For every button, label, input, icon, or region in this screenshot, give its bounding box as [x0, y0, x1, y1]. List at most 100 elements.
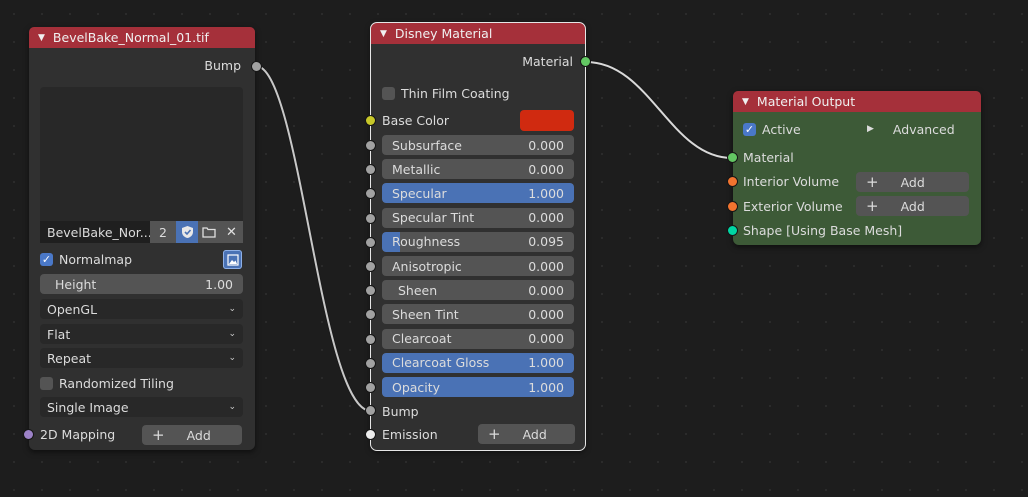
- param-slider[interactable]: Subsurface 0.000: [382, 135, 574, 155]
- param-input-socket[interactable]: [366, 213, 375, 223]
- interior-volume-socket[interactable]: [728, 177, 737, 186]
- exterior-volume-label: Exterior Volume: [743, 198, 843, 214]
- bump-input-socket[interactable]: [366, 406, 375, 415]
- plus-icon: +: [488, 424, 501, 443]
- param-slider[interactable]: Specular 1.000: [382, 183, 574, 204]
- source-dropdown[interactable]: Single Image ⌄: [40, 397, 243, 417]
- material-output-label: Material: [522, 53, 573, 69]
- param-slider[interactable]: Opacity 1.000: [382, 377, 574, 397]
- param-slider[interactable]: Sheen 0.000: [382, 280, 574, 301]
- normalmap-checkbox[interactable]: ✓ Normalmap: [40, 249, 132, 269]
- unlink-close-icon[interactable]: ✕: [220, 221, 243, 243]
- param-input-socket[interactable]: [366, 358, 375, 368]
- param-slider[interactable]: Anisotropic 0.000: [382, 256, 574, 276]
- material-output-socket[interactable]: [581, 57, 590, 66]
- randomized-tiling-checkbox[interactable]: Randomized Tiling: [40, 373, 174, 393]
- emission-input-socket[interactable]: [366, 430, 375, 439]
- active-check-icon[interactable]: ✓: [743, 122, 756, 136]
- output-node-header[interactable]: ▼ Material Output: [733, 91, 981, 112]
- param-value: 0.000: [528, 137, 564, 153]
- image-texture-node[interactable]: ▼ BevelBake_Normal_01.tif Bump BevelBake…: [29, 27, 255, 450]
- plus-icon: +: [866, 172, 879, 191]
- space-dropdown[interactable]: OpenGL ⌄: [40, 299, 243, 319]
- interpolation-dropdown[interactable]: Flat ⌄: [40, 324, 243, 344]
- image-preview: [40, 87, 243, 221]
- active-checkbox[interactable]: ✓ Active: [743, 119, 801, 139]
- chevron-down-icon: ⌄: [228, 353, 236, 363]
- output-node-title: Material Output: [756, 94, 856, 109]
- param-slider[interactable]: Specular Tint 0.000: [382, 207, 574, 228]
- link-material-to-material: [585, 60, 733, 160]
- param-slider[interactable]: Sheen Tint 0.000: [382, 304, 574, 325]
- shape-socket[interactable]: [728, 226, 737, 235]
- param-value: 1.000: [528, 185, 564, 201]
- bump-input-label: Bump: [382, 403, 419, 419]
- disney-material-node[interactable]: ▼ Disney Material Material Thin Film Coa…: [370, 22, 586, 451]
- emission-add-button[interactable]: + Add: [478, 424, 575, 444]
- fake-user-shield-icon[interactable]: [176, 221, 198, 243]
- active-label: Active: [762, 121, 801, 137]
- add-label: Add: [900, 198, 925, 214]
- exterior-volume-socket[interactable]: [728, 202, 737, 211]
- param-label: Metallic: [392, 161, 441, 177]
- param-slider[interactable]: Clearcoat Gloss 1.000: [382, 352, 574, 373]
- extension-dropdown[interactable]: Repeat ⌄: [40, 348, 243, 368]
- param-slider[interactable]: Metallic 0.000: [382, 159, 574, 180]
- source-value: Single Image: [47, 399, 129, 415]
- image-name-field[interactable]: BevelBake_Nor...: [40, 221, 150, 243]
- advanced-toggle[interactable]: ▶ Advanced: [867, 119, 955, 139]
- mapping-add-button[interactable]: + Add: [142, 425, 242, 445]
- add-label: Add: [186, 427, 211, 443]
- normalmap-image-icon[interactable]: [223, 250, 242, 269]
- param-input-socket[interactable]: [366, 237, 375, 247]
- bump-output-socket[interactable]: [252, 62, 261, 71]
- mapping-input-socket[interactable]: [24, 430, 33, 439]
- add-label: Add: [522, 426, 547, 442]
- open-folder-icon[interactable]: [198, 221, 220, 243]
- param-value: 0.000: [528, 210, 564, 226]
- material-input-socket[interactable]: [728, 153, 737, 162]
- base-color-swatch[interactable]: [520, 110, 574, 131]
- user-count[interactable]: 2: [150, 221, 176, 243]
- emission-input-label: Emission: [382, 426, 438, 442]
- param-slider[interactable]: Roughness 0.095: [382, 231, 574, 252]
- interior-volume-label: Interior Volume: [743, 173, 840, 189]
- material-output-node[interactable]: ▼ Material Output ✓ Active ▶ Advanced Ma…: [733, 91, 981, 245]
- param-label: Roughness: [392, 234, 461, 250]
- param-input-socket[interactable]: [366, 334, 375, 344]
- base-color-label: Base Color: [382, 112, 450, 128]
- thin-film-check-icon[interactable]: [382, 86, 395, 100]
- param-input-socket[interactable]: [366, 262, 375, 271]
- base-color-input-socket[interactable]: [366, 116, 375, 125]
- param-input-socket[interactable]: [366, 383, 375, 392]
- link-bump-to-bump: [255, 64, 372, 413]
- thin-film-checkbox[interactable]: Thin Film Coating: [382, 83, 510, 103]
- material-input-label: Material: [743, 149, 794, 165]
- param-value: 0.000: [528, 161, 564, 177]
- param-value: 0.095: [528, 234, 564, 250]
- collapse-triangle-icon[interactable]: ▼: [742, 97, 749, 107]
- collapse-triangle-icon[interactable]: ▼: [38, 33, 45, 43]
- exterior-volume-add-button[interactable]: + Add: [856, 196, 969, 216]
- expand-triangle-icon[interactable]: ▶: [867, 124, 874, 134]
- advanced-label: Advanced: [892, 121, 955, 137]
- bump-output-label: Bump: [204, 57, 241, 73]
- collapse-triangle-icon[interactable]: ▼: [380, 29, 387, 39]
- param-label: Opacity: [392, 379, 441, 395]
- image-node-header[interactable]: ▼ BevelBake_Normal_01.tif: [29, 27, 255, 48]
- plus-icon: +: [866, 196, 879, 215]
- param-slider[interactable]: Clearcoat 0.000: [382, 328, 574, 349]
- height-slider[interactable]: Height 1.00: [40, 274, 243, 294]
- add-label: Add: [900, 174, 925, 190]
- disney-node-header[interactable]: ▼ Disney Material: [371, 23, 585, 44]
- param-label: Clearcoat Gloss: [392, 355, 490, 371]
- shape-label: Shape [Using Base Mesh]: [743, 222, 903, 238]
- param-value: 1.000: [528, 379, 564, 395]
- randomized-tiling-check-icon[interactable]: [40, 376, 53, 390]
- interior-volume-add-button[interactable]: + Add: [856, 172, 969, 192]
- normalmap-check-icon[interactable]: ✓: [40, 252, 53, 266]
- param-value: 0.000: [528, 282, 564, 298]
- image-selector[interactable]: BevelBake_Nor... 2 ✕: [40, 221, 243, 243]
- interpolation-value: Flat: [47, 326, 71, 342]
- param-input-socket[interactable]: [366, 141, 375, 150]
